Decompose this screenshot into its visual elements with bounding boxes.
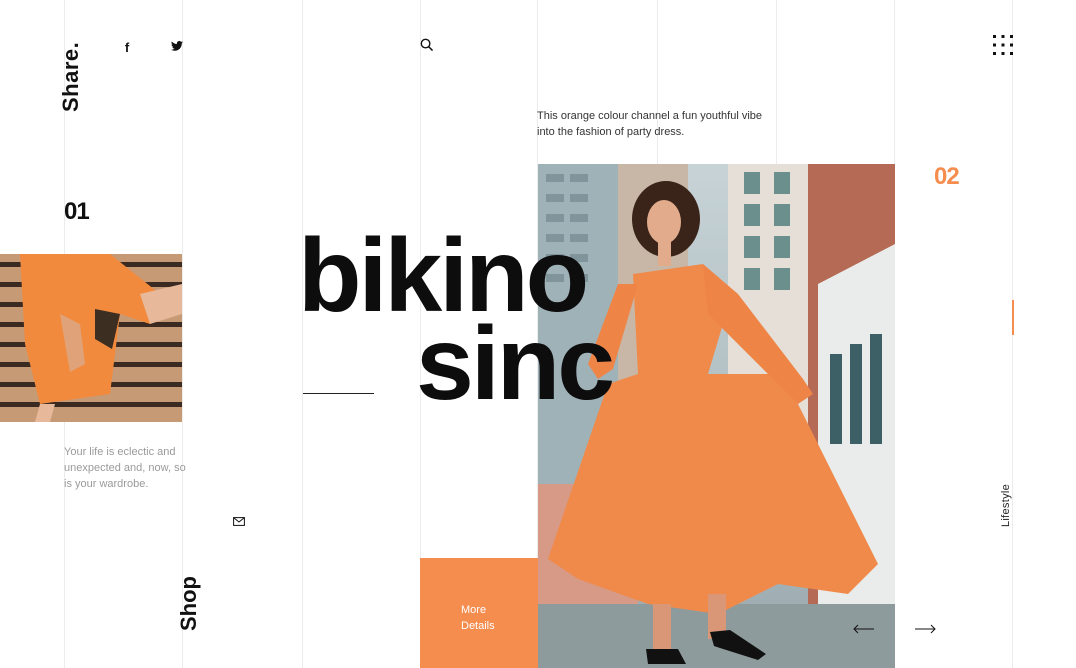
search-svg <box>420 38 433 51</box>
facebook-glyph: f <box>124 39 130 55</box>
grid-menu-icon[interactable] <box>990 33 1016 57</box>
more-details-line1: More <box>461 604 487 616</box>
intro-text: Your life is eclectic and unexpected and… <box>64 446 186 490</box>
slide-number-02: 02 <box>934 163 960 184</box>
grid-menu-svg <box>993 35 1013 55</box>
facebook-icon[interactable]: f <box>120 38 134 56</box>
brand-title: bikino sinc <box>298 224 618 416</box>
slide-number-01: 01 <box>64 198 90 219</box>
mail-icon[interactable] <box>232 514 246 528</box>
fashion-detail-image <box>0 254 182 422</box>
slide-indicator-bar <box>1012 300 1014 335</box>
mail-svg <box>233 516 245 526</box>
arrow-left-svg <box>853 624 874 634</box>
search-icon[interactable] <box>418 36 434 52</box>
twitter-svg <box>171 41 183 51</box>
share-label: Share. <box>58 41 83 112</box>
more-details-line2: Details <box>461 620 495 632</box>
arrow-left-icon[interactable] <box>853 620 879 638</box>
more-details-button[interactable]: More Details <box>420 558 538 668</box>
shop-link[interactable]: Shop <box>176 551 206 631</box>
arrow-right-svg <box>915 624 936 634</box>
fashion-detail-svg <box>0 254 182 422</box>
lifestyle-link[interactable]: Lifestyle <box>1000 467 1020 527</box>
twitter-icon[interactable] <box>169 38 185 54</box>
hero-description: This orange colour channel a fun youthfu… <box>537 110 763 138</box>
arrow-right-icon[interactable] <box>914 620 940 638</box>
